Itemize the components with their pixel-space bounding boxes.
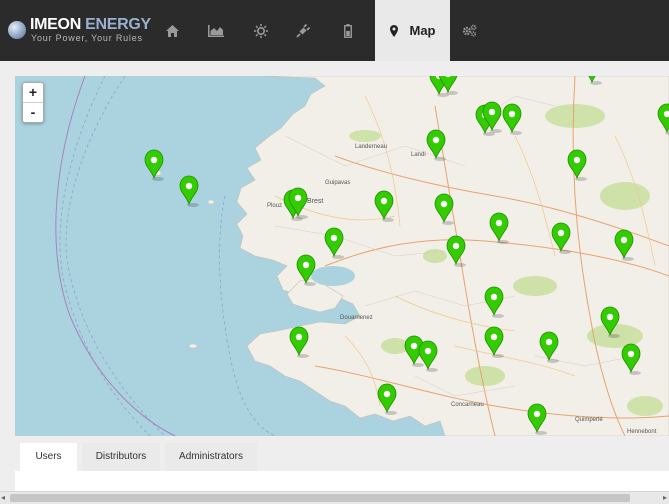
place-label-douarnenez: Douarnenez [340,315,373,321]
brand-title: IMEON ENERGY [30,16,151,34]
logo-orb-icon [8,21,26,39]
brand-tagline: Your Power, Your Rules [31,33,143,43]
tab-users[interactable]: Users [20,443,77,471]
place-label-brest: Brest [307,198,323,205]
tab-distributors[interactable]: Distributors [82,443,160,471]
map-view[interactable]: Landerneau Landi Guipavas Brest Plouz Do… [15,76,669,436]
nav-map[interactable]: Map [375,0,450,61]
map-marker-icon [389,24,398,37]
nav-settings[interactable] [452,0,487,61]
nav-home[interactable] [155,0,190,61]
scroll-left-icon[interactable]: ◂ [1,493,5,502]
zoom-out-button[interactable]: - [23,103,43,122]
tab-panel [15,471,669,491]
nav-solar[interactable] [243,0,278,61]
place-label-landerneau: Landerneau [355,144,387,150]
zoom-in-button[interactable]: + [23,83,43,103]
place-label-concarneau: Concarneau [451,402,484,408]
sun-icon [253,23,268,38]
nav-grid[interactable] [285,0,320,61]
brand-name: IMEON [30,16,81,33]
brand-accent: ENERGY [85,16,151,33]
place-label-plouz: Plouz [267,203,282,209]
place-label-hennebont: Hennebont [627,429,657,435]
place-label-landi: Landi [411,152,426,158]
nav-battery[interactable] [330,0,365,61]
home-icon [166,24,179,37]
place-label-guipavas: Guipavas [325,180,350,186]
place-label-quimperle: Quimperlé [575,417,603,423]
zoom-control: + - [22,82,44,123]
nav-energy-chart[interactable] [198,0,233,61]
tab-administrators[interactable]: Administrators [165,443,257,471]
brand-logo[interactable]: IMEON ENERGY Your Power, Your Rules [8,16,153,46]
nav-map-label: Map [409,23,436,38]
scrollbar-thumb[interactable] [10,494,630,502]
top-navbar: IMEON ENERGY Your Power, Your Rules Map [0,0,669,61]
area-chart-icon [207,24,224,37]
scroll-right-icon[interactable]: ▸ [663,493,667,502]
battery-icon [343,23,352,38]
gears-icon [462,24,477,37]
plug-icon [295,23,310,38]
horizontal-scrollbar[interactable]: ◂ ▸ [0,491,669,504]
map-basemap: Landerneau Landi Guipavas Brest Plouz Do… [15,76,669,436]
